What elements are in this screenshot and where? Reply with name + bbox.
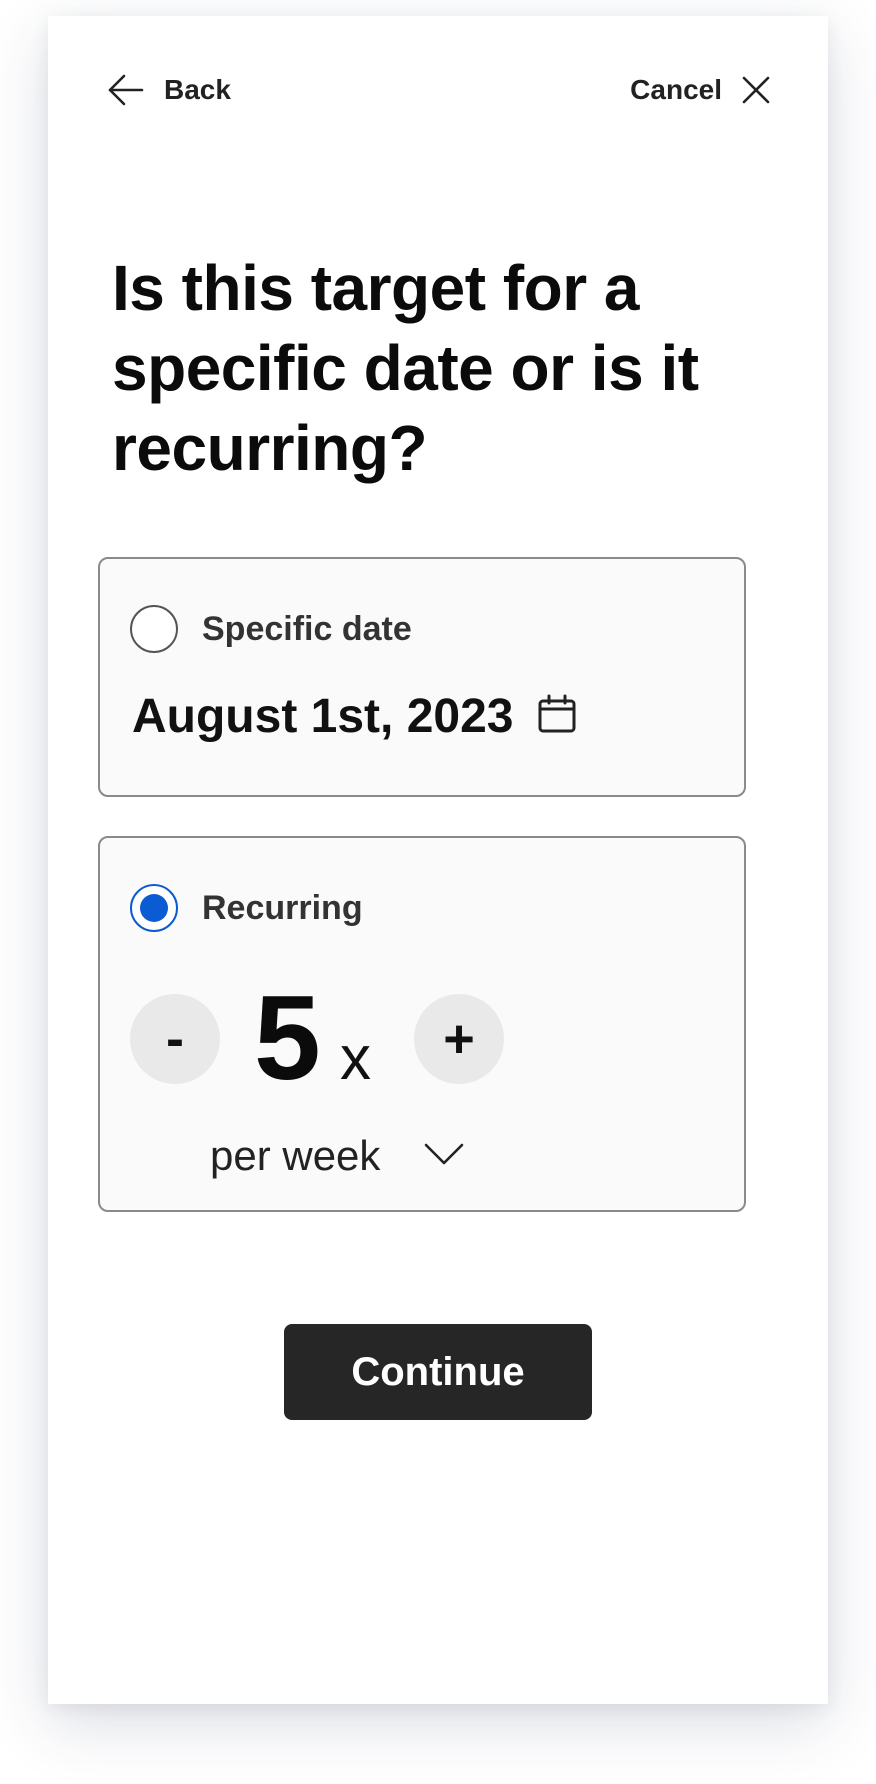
count-suffix: x (340, 1024, 371, 1093)
increment-button[interactable]: + (414, 994, 504, 1084)
calendar-icon (537, 694, 577, 739)
date-picker[interactable]: August 1st, 2023 (132, 689, 577, 744)
cancel-label: Cancel (630, 74, 722, 105)
specific-date-label: Specific date (202, 610, 412, 648)
chevron-down-icon (424, 1142, 464, 1171)
period-label: per week (210, 1132, 381, 1179)
option-recurring[interactable]: Recurring - 5 x + per week (98, 836, 746, 1212)
recurring-label: Recurring (202, 889, 363, 927)
top-bar: Back Cancel (48, 64, 828, 116)
option-specific-date[interactable]: Specific date August 1st, 2023 (98, 557, 746, 797)
cancel-button[interactable]: Cancel (630, 64, 772, 116)
period-dropdown[interactable]: per week (210, 1132, 464, 1180)
page-title: Is this target for a specific date or is… (112, 252, 699, 484)
decrement-button[interactable]: - (130, 994, 220, 1084)
back-button[interactable]: Back (106, 64, 231, 116)
target-setup-card: Back Cancel Is this target for a specifi… (48, 16, 828, 1704)
date-value: August 1st, 2023 (132, 690, 514, 743)
recurring-radio[interactable] (130, 884, 178, 932)
arrow-left-icon (106, 70, 146, 110)
back-label: Back (164, 74, 231, 105)
specific-date-radio[interactable] (130, 605, 178, 653)
close-icon (740, 74, 772, 106)
recurrence-count: 5 (254, 971, 321, 1105)
continue-button[interactable]: Continue (284, 1324, 592, 1420)
